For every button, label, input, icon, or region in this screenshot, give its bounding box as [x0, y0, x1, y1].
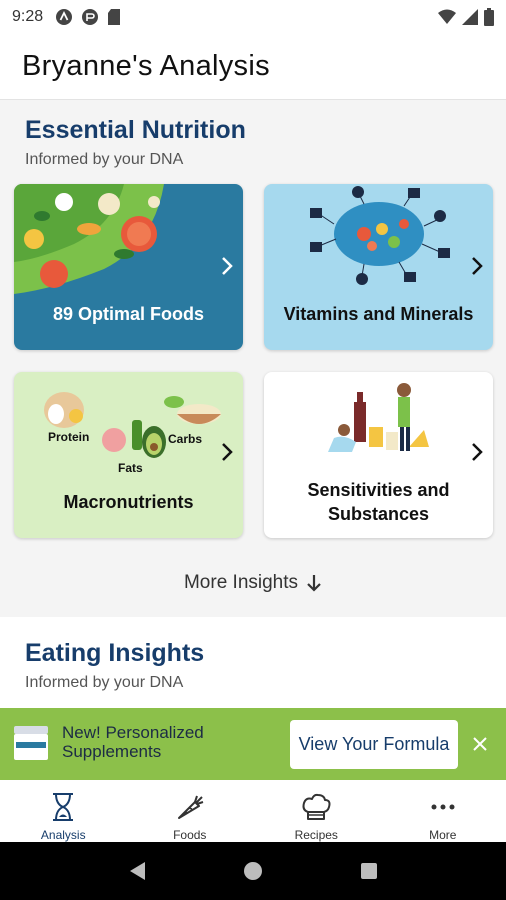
eating-insights-section: Eating Insights Informed by your DNA [0, 617, 506, 708]
nav-item-foods[interactable]: Foods [127, 780, 254, 842]
section-subtitle: Informed by your DNA [25, 674, 184, 691]
section-subtitle: Informed by your DNA [25, 151, 184, 168]
card-label: Vitamins and Minerals [283, 304, 474, 324]
hourglass-icon [46, 790, 80, 824]
page-title: Bryanne's Analysis [22, 50, 270, 82]
vitamins-minerals-card[interactable]: Vitamins and Minerals [264, 184, 493, 350]
analysis-content[interactable]: Essential Nutrition Informed by your DNA… [0, 100, 506, 708]
wifi-icon [438, 9, 456, 25]
carrot-icon [173, 790, 207, 824]
supplements-promo-banner: New! Personalized Supplements View Your … [0, 708, 506, 780]
chevron-right-icon [222, 257, 233, 275]
status-time: 9:28 [12, 8, 44, 25]
more-insights-button[interactable]: More Insights [0, 572, 506, 594]
eating-insights-header: Eating Insights Informed by your DNA [25, 639, 204, 692]
fats-tag: Fats [118, 461, 143, 475]
chevron-right-icon [472, 443, 483, 461]
bottom-nav: Analysis Foods Recipes More [0, 780, 506, 842]
chevron-right-icon [472, 257, 483, 275]
back-icon[interactable] [127, 860, 147, 882]
cell-signal-icon [462, 9, 478, 25]
card-label: Sensitivities and Substances [307, 480, 450, 524]
nav-item-analysis[interactable]: Analysis [0, 780, 127, 842]
section-title: Essential Nutrition [25, 116, 246, 144]
card-label: Macronutrients [63, 492, 194, 512]
nav-item-more[interactable]: More [380, 780, 506, 842]
protein-tag: Protein [48, 430, 90, 444]
recents-icon[interactable] [359, 861, 379, 881]
more-dots-icon [426, 790, 460, 824]
card-label: 89 Optimal Foods [52, 304, 205, 324]
sensitivities-card[interactable]: Sensitivities and Substances [264, 372, 493, 538]
media-icon [81, 8, 99, 26]
nav-label: More [429, 828, 457, 842]
app-header: Bryanne's Analysis [0, 34, 506, 100]
assistant-icon [55, 8, 73, 26]
view-formula-button[interactable]: View Your Formula [290, 720, 458, 769]
nav-label: Recipes [294, 828, 338, 842]
carbs-tag: Carbs [168, 432, 203, 446]
battery-icon [484, 8, 494, 26]
more-insights-label: More Insights [183, 572, 299, 593]
sd-card-icon [107, 8, 121, 26]
supplement-jar-icon [14, 726, 48, 760]
nav-label: Foods [173, 828, 207, 842]
macronutrients-card[interactable]: Protein Carbs Fats Macronutrients [14, 372, 243, 538]
chef-hat-icon [299, 790, 333, 824]
section-title: Eating Insights [25, 639, 205, 667]
nav-item-recipes[interactable]: Recipes [253, 780, 380, 842]
promo-text: New! Personalized Supplements [62, 723, 204, 761]
status-bar: 9:28 [0, 0, 506, 34]
optimal-foods-card[interactable]: 89 Optimal Foods [14, 184, 243, 350]
essential-nutrition-header: Essential Nutrition Informed by your DNA [25, 116, 246, 169]
home-icon[interactable] [242, 860, 264, 882]
nav-label: Analysis [40, 828, 86, 842]
chevron-right-icon [222, 443, 233, 461]
system-nav-bar [0, 842, 506, 900]
close-icon[interactable] [470, 734, 490, 754]
arrow-down-icon [307, 575, 321, 592]
